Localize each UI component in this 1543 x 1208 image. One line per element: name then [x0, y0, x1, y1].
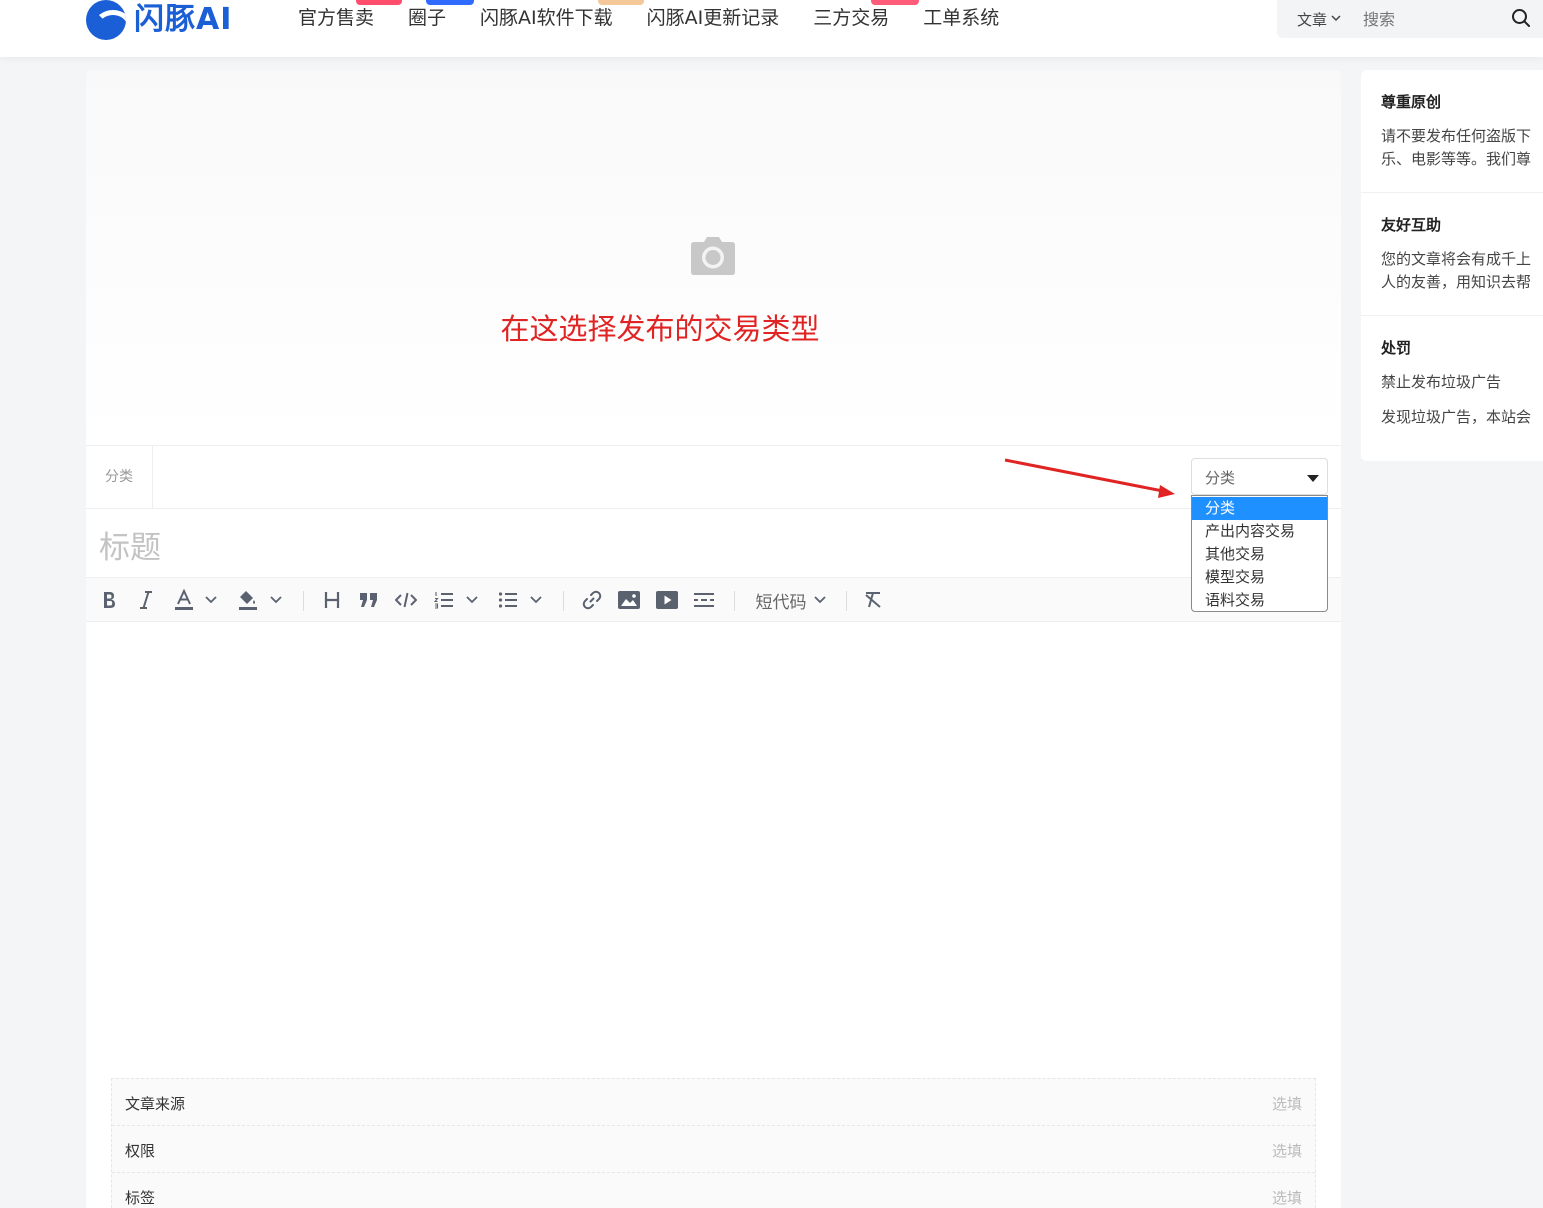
toolbar-divider: [734, 591, 735, 611]
image-icon[interactable]: [617, 578, 641, 622]
guideline-title: 友好互助: [1381, 216, 1442, 234]
heading-icon[interactable]: [322, 578, 342, 622]
camera-icon: [690, 236, 736, 276]
guideline-text: 发现垃圾广告，本站会: [1381, 408, 1532, 426]
divider-line-icon[interactable]: [692, 578, 716, 622]
link-icon[interactable]: [581, 578, 603, 622]
category-option[interactable]: 模型交易: [1192, 566, 1327, 589]
meta-row-permission[interactable]: 权限 选填: [112, 1126, 1315, 1173]
guideline-text: 人的友善，用知识去帮: [1381, 273, 1532, 291]
post-editor: 分类 标题 短代码 文章来源 选填 权限 选填 标签 选填: [86, 70, 1341, 1208]
nav-item-label: 闪豚AI更新记录: [646, 7, 780, 29]
chevron-down-icon[interactable]: [203, 578, 219, 622]
nav-badge: [426, 0, 475, 5]
category-option[interactable]: 产出内容交易: [1192, 520, 1327, 543]
nav-item-label: 工单系统: [923, 7, 1000, 29]
post-meta-fields: 文章来源 选填 权限 选填 标签 选填: [111, 1078, 1316, 1208]
chevron-down-icon: [1331, 14, 1341, 25]
editor-toolbar: 短代码: [86, 577, 1341, 622]
chevron-down-icon[interactable]: [464, 578, 480, 622]
site-logo[interactable]: 闪豚AI: [86, 0, 232, 40]
shortcode-label: 短代码: [755, 592, 807, 613]
meta-label: 标签: [125, 1189, 156, 1207]
guideline-section: 友好互助 您的文章将会有成千上 人的友善，用知识去帮: [1361, 193, 1543, 316]
nav-item-third-party-trade[interactable]: 三方交易: [813, 0, 920, 36]
toolbar-divider: [303, 591, 304, 611]
meta-label: 文章来源: [125, 1095, 186, 1113]
category-select-value: 分类: [1205, 469, 1236, 487]
title-input[interactable]: 标题: [99, 522, 161, 567]
logo-icon: [86, 0, 126, 40]
meta-hint: 选填: [1271, 1142, 1302, 1160]
guideline-section: 尊重原创 请不要发布任何盗版下 乐、电影等等。我们尊: [1361, 70, 1543, 193]
nav-badge: [871, 0, 920, 5]
nav-item-label: 闪豚AI软件下载: [480, 7, 613, 29]
nav-item-label: 三方交易: [813, 7, 890, 29]
search-input[interactable]: [1363, 4, 1494, 34]
nav-item-software-download[interactable]: 闪豚AI软件下载: [480, 0, 645, 36]
search-box: 文章: [1277, 0, 1543, 38]
chevron-down-icon[interactable]: [528, 578, 544, 622]
guideline-title: 尊重原创: [1381, 93, 1442, 111]
cover-image-upload[interactable]: [86, 70, 1341, 445]
bold-icon[interactable]: [99, 578, 119, 622]
clear-format-icon[interactable]: [862, 578, 884, 622]
search-type-select[interactable]: 文章: [1297, 9, 1341, 30]
code-icon[interactable]: [394, 578, 418, 622]
category-dropdown: 分类 产出内容交易 其他交易 模型交易 语料交易: [1191, 495, 1328, 612]
guideline-section: 处罚 禁止发布垃圾广告 发现垃圾广告，本站会: [1361, 316, 1543, 461]
guideline-text: 请不要发布任何盗版下: [1381, 127, 1532, 145]
nav-item-ticket-system[interactable]: 工单系统: [923, 0, 999, 36]
quote-icon[interactable]: [358, 578, 380, 622]
nav-item-circle[interactable]: 圈子: [408, 0, 475, 36]
shortcode-dropdown[interactable]: 短代码: [752, 578, 830, 622]
guideline-text: 您的文章将会有成千上: [1381, 250, 1532, 268]
logo-text: 闪豚AI: [134, 2, 233, 37]
posting-guidelines-sidebar: 尊重原创 请不要发布任何盗版下 乐、电影等等。我们尊 友好互助 您的文章将会有成…: [1361, 70, 1543, 461]
nav-item-official-sale[interactable]: 官方售卖: [298, 0, 402, 36]
nav-badge: [598, 0, 645, 5]
meta-row-source[interactable]: 文章来源 选填: [112, 1079, 1315, 1126]
guideline-text: 禁止发布垃圾广告: [1381, 373, 1502, 391]
video-icon[interactable]: [655, 578, 679, 622]
site-header: 闪豚AI 官方售卖 圈子 闪豚AI软件下载 闪豚AI更新记录 三方交易 工单系统…: [0, 0, 1543, 57]
nav-item-label: 官方售卖: [298, 7, 375, 29]
background-color-icon[interactable]: [236, 578, 260, 622]
meta-hint: 选填: [1271, 1095, 1302, 1113]
guideline-title: 处罚: [1381, 339, 1412, 357]
text-color-icon[interactable]: [172, 578, 196, 622]
chevron-down-icon: [813, 595, 827, 605]
category-option[interactable]: 语料交易: [1192, 589, 1327, 612]
nav-badge: [356, 0, 402, 5]
category-select[interactable]: 分类: [1191, 458, 1328, 495]
category-option[interactable]: 分类: [1192, 497, 1327, 520]
annotation-text: 在这选择发布的交易类型: [500, 312, 820, 346]
chevron-down-icon[interactable]: [268, 578, 284, 622]
meta-row-tags[interactable]: 标签 选填: [112, 1173, 1315, 1208]
italic-icon[interactable]: [136, 578, 156, 622]
search-icon[interactable]: [1511, 8, 1531, 28]
nav-item-label: 圈子: [408, 7, 447, 29]
meta-label: 权限: [125, 1142, 156, 1160]
bullet-list-icon[interactable]: [497, 578, 519, 622]
search-type-label: 文章: [1297, 10, 1328, 29]
nav-item-changelog[interactable]: 闪豚AI更新记录: [647, 0, 780, 36]
caret-down-icon: [1307, 475, 1319, 482]
toolbar-divider: [846, 591, 847, 611]
annotation-arrow-icon: [1004, 458, 1175, 498]
guideline-text: 乐、电影等等。我们尊: [1381, 150, 1532, 168]
ordered-list-icon[interactable]: [433, 578, 455, 622]
category-label: 分类: [86, 446, 153, 508]
meta-hint: 选填: [1271, 1189, 1302, 1207]
toolbar-divider: [563, 591, 564, 611]
category-option[interactable]: 其他交易: [1192, 543, 1327, 566]
main-nav: 官方售卖 圈子 闪豚AI软件下载 闪豚AI更新记录 三方交易 工单系统: [298, 0, 1033, 36]
